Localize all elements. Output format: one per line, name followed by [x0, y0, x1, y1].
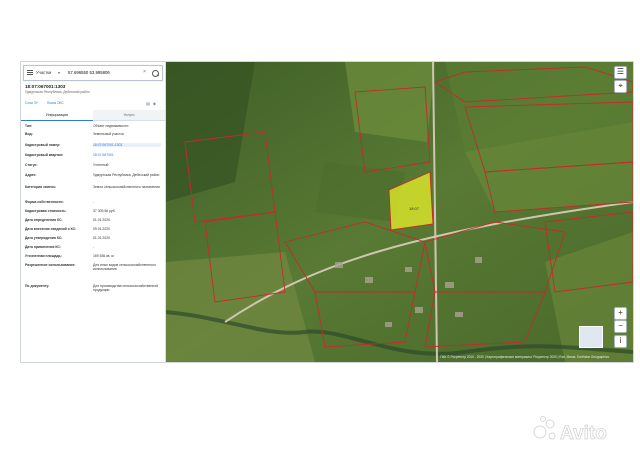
info-row-value: 01.01.2020 — [93, 218, 110, 222]
info-row-label: Дата внесения сведений о КС: — [25, 227, 77, 231]
parcel-label: 18:07 — [409, 206, 420, 211]
basemap-switcher[interactable] — [579, 326, 603, 348]
share-icon[interactable]: ◈ — [153, 101, 159, 106]
search-type-select[interactable]: Участки — [36, 70, 51, 75]
chevron-down-icon[interactable]: ▾ — [58, 70, 60, 75]
info-row-value: Земли сельскохозяйственного назначения — [93, 185, 160, 189]
info-row-value: 01.01.2020 — [93, 236, 110, 240]
panel-tabs: Информация Услуги — [21, 110, 165, 121]
satellite-imagery: 18:07 — [164, 62, 633, 362]
tab-services[interactable]: Услуги — [93, 110, 165, 120]
panel-links: Слои ЗУ Поиск ОКС — [25, 101, 72, 105]
info-row-label: Форма собственности: — [25, 200, 64, 204]
info-row-value: Для производства сельскохозяйственной пр… — [93, 284, 158, 293]
zoom-out-button[interactable]: − — [614, 320, 627, 333]
measure-icon[interactable]: ⌖ — [614, 80, 627, 93]
object-title: 18:07:067001:1303 — [25, 84, 66, 89]
cadastral-map-screenshot: Участки ▾ 57.696550 53.995806 × 18:07:06… — [20, 61, 634, 363]
info-row-label: Дата утверждения КС: — [25, 236, 63, 240]
info-row-label: Статус: — [25, 163, 38, 167]
info-row-label: Адрес: — [25, 173, 37, 177]
info-row-value: - — [93, 200, 95, 204]
info-row-label: Дата определения КС: — [25, 218, 63, 222]
info-row-value: Учтенный — [93, 163, 109, 167]
map-attribution: ПКК © Росреестр 2010 - 2020 | Картографи… — [440, 355, 609, 359]
info-row-label: Тип: — [25, 124, 33, 128]
menu-icon[interactable] — [27, 70, 33, 76]
info-row-value: Для иных видов сельскохозяйственного исп… — [93, 263, 156, 272]
info-row-value: Удмуртская Республика, Дебесский район — [93, 173, 160, 177]
info-row-label: Категория земель: — [25, 185, 57, 189]
info-row-value: - — [93, 245, 95, 249]
info-row-label: Кадастровый квартал: — [25, 153, 64, 157]
info-row-value: 169 536 кв. м — [93, 254, 114, 258]
close-icon[interactable]: × — [143, 69, 146, 75]
panel-tools: ▤◈ — [146, 101, 159, 106]
info-row-label: Кадастровый номер: — [25, 143, 61, 147]
avito-watermark: Avito — [533, 416, 607, 444]
info-row-value: Объект недвижимости — [93, 124, 129, 128]
info-row-label: По документу: — [25, 284, 50, 288]
search-box[interactable]: Участки ▾ 57.696550 53.995806 × — [23, 65, 163, 81]
info-row-value: 37 309,56 руб. — [93, 209, 116, 213]
info-row-label: Вид: — [25, 132, 33, 136]
info-row-value: Земельный участок — [93, 132, 124, 136]
info-row-label: Кадастровая стоимость: — [25, 209, 67, 213]
info-row-value: 18:07:067001:1303 — [93, 143, 161, 148]
tab-info[interactable]: Информация — [21, 110, 93, 121]
layers-icon[interactable]: ☰ — [614, 66, 627, 79]
watermark-text: Avito — [560, 423, 607, 444]
map-view[interactable]: 18:07 ☰ ⌖ + − i ПКК © Росреестр 2010 - 2… — [164, 62, 633, 362]
info-row-label: Уточненная площадь: — [25, 254, 62, 258]
layer-link[interactable]: Слои ЗУ — [25, 101, 38, 105]
object-subtitle: Удмуртская Республика, Дебесский район — [25, 90, 90, 94]
search-icon[interactable] — [152, 69, 159, 77]
info-row-value: 09.01.2020 — [93, 227, 110, 231]
print-icon[interactable]: ▤ — [146, 101, 153, 106]
info-row-value[interactable]: 18:07:067001 — [93, 153, 161, 157]
info-panel: Участки ▾ 57.696550 53.995806 × 18:07:06… — [21, 62, 166, 362]
search-input[interactable]: 57.696550 53.995806 — [68, 70, 110, 75]
info-icon[interactable]: i — [614, 335, 627, 348]
oks-link[interactable]: Поиск ОКС — [47, 101, 64, 105]
info-row-label: Разрешенное использование: — [25, 263, 76, 267]
zoom-in-button[interactable]: + — [614, 307, 627, 320]
info-row-label: Дата применения КС: — [25, 245, 61, 249]
